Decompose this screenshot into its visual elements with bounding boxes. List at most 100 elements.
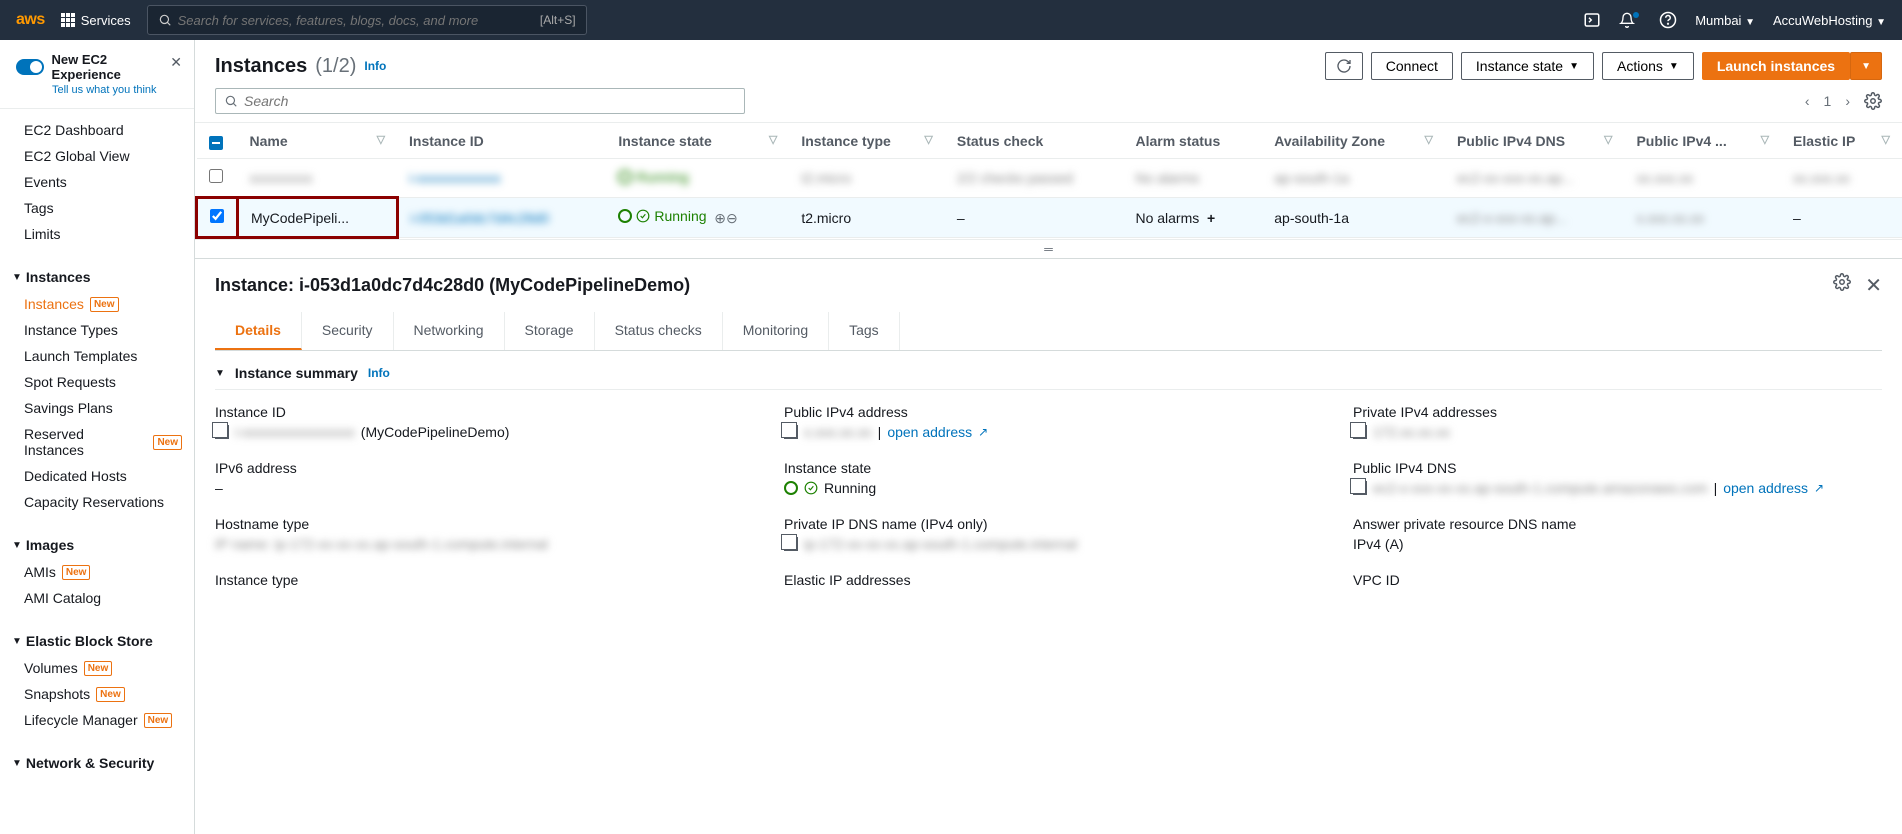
new-badge: New	[96, 687, 125, 702]
services-menu[interactable]: Services	[61, 13, 131, 28]
external-link-icon[interactable]: ↗	[978, 425, 988, 439]
cell-state: Running	[618, 208, 706, 224]
tab-networking[interactable]: Networking	[394, 312, 505, 350]
help-icon[interactable]	[1659, 11, 1677, 29]
copy-icon[interactable]	[1353, 481, 1367, 495]
close-icon[interactable]: ✕	[170, 54, 182, 71]
tab-storage[interactable]: Storage	[505, 312, 595, 350]
new-experience-title: New EC2 Experience	[52, 52, 178, 82]
cell-name: xxxxxxxxx	[250, 170, 313, 186]
next-page[interactable]: ›	[1845, 93, 1850, 109]
aws-logo[interactable]: aws	[16, 11, 45, 29]
tab-details[interactable]: Details	[215, 312, 302, 350]
state-menu-icon[interactable]: ⊕⊖	[714, 210, 737, 226]
external-link-icon[interactable]: ↗	[1814, 481, 1824, 495]
new-experience-toggle[interactable]	[16, 59, 44, 75]
sidebar-item-amis[interactable]: AMIsNew	[0, 559, 194, 585]
col-public-ipv4[interactable]: Public IPv4 ...▽	[1624, 123, 1781, 159]
sidebar-item-snapshots[interactable]: SnapshotsNew	[0, 681, 194, 707]
settings-icon[interactable]	[1864, 92, 1882, 110]
sidebar-item-instances[interactable]: InstancesNew	[0, 291, 194, 317]
summary-info-link[interactable]: Info	[368, 366, 390, 380]
copy-icon[interactable]	[784, 537, 798, 551]
col-instance-id[interactable]: Instance ID	[397, 123, 606, 159]
main-content: Instances (1/2) Info Connect Instance st…	[195, 40, 1902, 834]
global-search-input[interactable]	[178, 13, 540, 28]
top-nav-right: Mumbai ▼ AccuWebHosting ▼	[1583, 11, 1886, 29]
sidebar-section-instances[interactable]: ▼Instances	[0, 263, 194, 291]
sidebar-item-ami-catalog[interactable]: AMI Catalog	[0, 585, 194, 611]
sidebar-item-spot-requests[interactable]: Spot Requests	[0, 369, 194, 395]
field-private-dns: Private IP DNS name (IPv4 only) ip-172-x…	[784, 516, 1313, 552]
sidebar-item-lifecycle-manager[interactable]: Lifecycle ManagerNew	[0, 707, 194, 733]
col-name[interactable]: Name▽	[238, 123, 398, 159]
sidebar-item-savings-plans[interactable]: Savings Plans	[0, 395, 194, 421]
filter-input[interactable]	[244, 93, 736, 109]
info-link[interactable]: Info	[364, 59, 386, 73]
cloudshell-icon[interactable]	[1583, 11, 1601, 29]
collapse-icon[interactable]: ▼	[215, 368, 225, 379]
region-selector[interactable]: Mumbai ▼	[1695, 13, 1755, 28]
col-alarm-status[interactable]: Alarm status	[1123, 123, 1262, 159]
sidebar-item-instance-types[interactable]: Instance Types	[0, 317, 194, 343]
col-instance-state[interactable]: Instance state▽	[606, 123, 789, 159]
table-row[interactable]: MyCodePipeli... i-053d1a0dc7d4c28d0 Runn…	[197, 198, 1902, 238]
cell-instance-id: i-xxxxxxxxxxxx	[409, 170, 501, 186]
open-address-link[interactable]: open address	[1723, 480, 1808, 496]
instance-state-button[interactable]: Instance state ▼	[1461, 52, 1594, 80]
account-menu[interactable]: AccuWebHosting ▼	[1773, 13, 1886, 28]
sidebar-item-limits[interactable]: Limits	[0, 221, 194, 247]
sidebar-item-global-view[interactable]: EC2 Global View	[0, 143, 194, 169]
field-answer-dns: Answer private resource DNS name IPv4 (A…	[1353, 516, 1882, 552]
col-availability-zone[interactable]: Availability Zone▽	[1262, 123, 1445, 159]
refresh-button[interactable]	[1325, 52, 1363, 80]
connect-button[interactable]: Connect	[1371, 52, 1453, 80]
sidebar-item-tags[interactable]: Tags	[0, 195, 194, 221]
panel-resizer[interactable]: ═	[195, 239, 1902, 258]
close-panel-icon[interactable]: ✕	[1865, 273, 1882, 298]
sidebar-item-launch-templates[interactable]: Launch Templates	[0, 343, 194, 369]
row-checkbox[interactable]	[210, 209, 224, 223]
launch-instances-dropdown[interactable]: ▼	[1850, 52, 1882, 80]
prev-page[interactable]: ‹	[1805, 93, 1810, 109]
col-elastic-ip[interactable]: Elastic IP▽	[1781, 123, 1902, 159]
sidebar-section-images[interactable]: ▼Images	[0, 531, 194, 559]
sidebar-item-dedicated-hosts[interactable]: Dedicated Hosts	[0, 463, 194, 489]
preferences-icon[interactable]	[1833, 273, 1851, 298]
table-row[interactable]: xxxxxxxxx i-xxxxxxxxxxxx Running t2.micr…	[197, 159, 1902, 198]
copy-icon[interactable]	[1353, 425, 1367, 439]
sidebar-item-volumes[interactable]: VolumesNew	[0, 655, 194, 681]
filter-input-wrapper[interactable]	[215, 88, 745, 114]
col-public-dns[interactable]: Public IPv4 DNS▽	[1445, 123, 1625, 159]
add-alarm-icon[interactable]: +	[1207, 210, 1215, 226]
row-checkbox[interactable]	[209, 169, 223, 183]
tab-security[interactable]: Security	[302, 312, 394, 350]
sidebar-section-network-security[interactable]: ▼Network & Security	[0, 749, 194, 777]
global-search[interactable]: [Alt+S]	[147, 5, 587, 35]
col-instance-type[interactable]: Instance type▽	[789, 123, 945, 159]
sidebar: New EC2 Experience Tell us what you thin…	[0, 40, 195, 834]
cell-dns: ec2-xx-xxx-xx.ap...	[1457, 170, 1574, 186]
tab-monitoring[interactable]: Monitoring	[723, 312, 829, 350]
launch-instances-button[interactable]: Launch instances	[1702, 52, 1850, 80]
field-vpc-id: VPC ID	[1353, 572, 1882, 592]
tab-status-checks[interactable]: Status checks	[595, 312, 723, 350]
sidebar-item-dashboard[interactable]: EC2 Dashboard	[0, 117, 194, 143]
sidebar-item-reserved-instances[interactable]: Reserved InstancesNew	[0, 421, 194, 463]
field-instance-id: Instance ID i-xxxxxxxxxxxxxxxx (MyCodePi…	[215, 404, 744, 440]
open-address-link[interactable]: open address	[887, 424, 972, 440]
feedback-link[interactable]: Tell us what you think	[52, 84, 178, 96]
copy-icon[interactable]	[215, 425, 229, 439]
layout: New EC2 Experience Tell us what you thin…	[0, 40, 1902, 834]
copy-icon[interactable]	[784, 425, 798, 439]
cell-instance-id[interactable]: i-053d1a0dc7d4c28d0	[411, 210, 550, 226]
sidebar-item-capacity-reservations[interactable]: Capacity Reservations	[0, 489, 194, 515]
actions-button[interactable]: Actions ▼	[1602, 52, 1694, 80]
tab-tags[interactable]: Tags	[829, 312, 900, 350]
sidebar-item-events[interactable]: Events	[0, 169, 194, 195]
select-all-checkbox[interactable]	[209, 136, 223, 150]
field-instance-state: Instance state Running	[784, 460, 1313, 496]
col-status-check[interactable]: Status check	[945, 123, 1124, 159]
notifications-icon[interactable]	[1619, 12, 1641, 29]
sidebar-section-ebs[interactable]: ▼Elastic Block Store	[0, 627, 194, 655]
